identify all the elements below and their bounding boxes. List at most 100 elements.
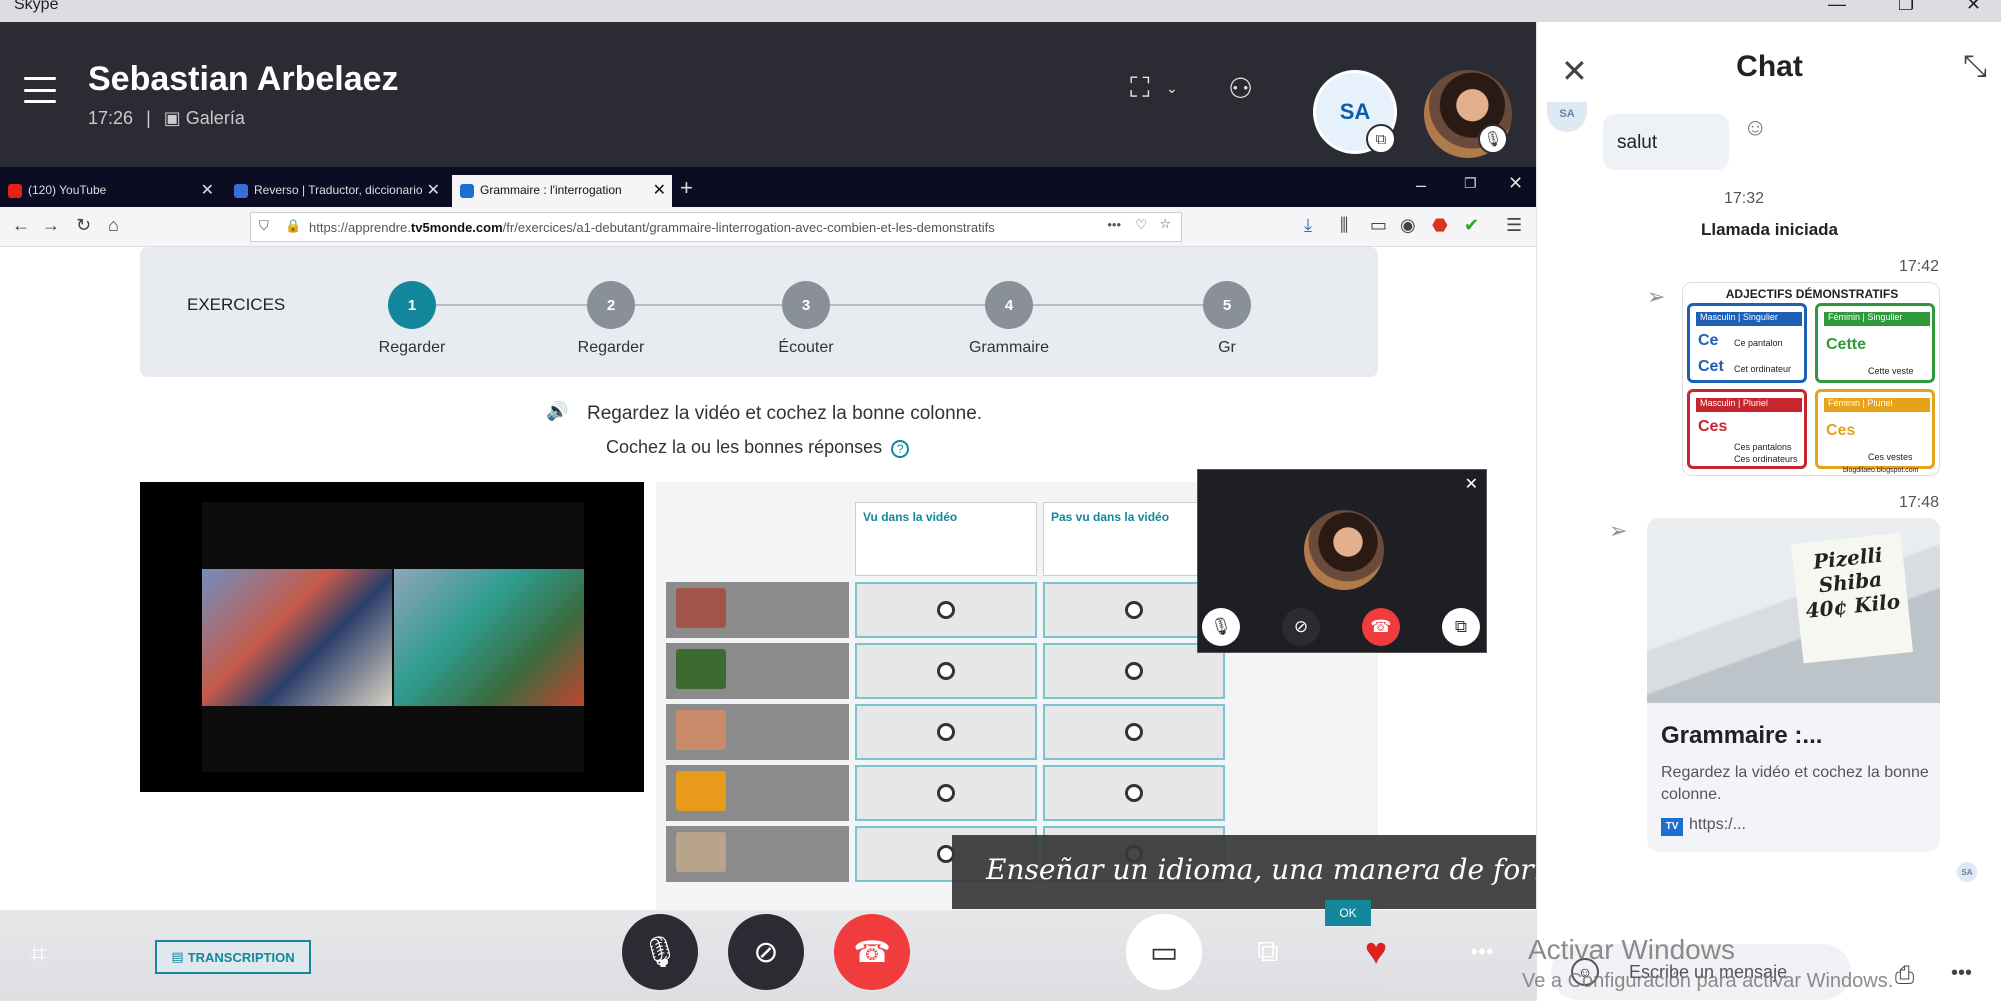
radio-button[interactable]: [1125, 662, 1143, 680]
adj-word: Cette: [1826, 336, 1867, 353]
step-2[interactable]: 2: [587, 281, 635, 329]
step-label: Grammaire: [968, 339, 1049, 356]
add-reaction-icon[interactable]: ☺: [1743, 114, 1768, 142]
link-url[interactable]: TV https:/...: [1661, 816, 1746, 836]
browser-close-icon[interactable]: ✕: [1508, 173, 1523, 194]
tab-reverso[interactable]: Reverso | Traductor, diccionario ✕: [226, 175, 446, 207]
chat-more-button[interactable]: •••: [1951, 962, 1972, 985]
tv5monde-icon: TV: [1661, 818, 1683, 836]
message-time: 17:42: [1899, 258, 1940, 275]
exercises-label: EXERCICES: [187, 295, 286, 314]
video-frame-vegetables: [394, 569, 584, 706]
browser-minimize-icon[interactable]: –: [1416, 175, 1426, 196]
radio-seen[interactable]: [855, 643, 1037, 699]
camera-off-icon[interactable]: ⊘: [1282, 608, 1320, 646]
transcription-button[interactable]: ▤ TRANSCRIPTION: [155, 940, 311, 974]
browser-menu-icon[interactable]: ☰: [1506, 215, 1522, 236]
menu-button[interactable]: [24, 77, 56, 103]
account-icon[interactable]: ◉: [1400, 215, 1416, 236]
reader-icon[interactable]: ▭: [1370, 215, 1387, 236]
mute-mic-button[interactable]: 🎙: [622, 914, 698, 990]
attach-icon[interactable]: ⎙: [1895, 962, 1914, 990]
tab-youtube[interactable]: (120) YouTube ✕: [0, 175, 220, 207]
close-icon[interactable]: ✕: [1465, 474, 1478, 494]
tab-close-icon[interactable]: ✕: [201, 180, 214, 200]
radio-button[interactable]: [937, 784, 955, 802]
expand-icon[interactable]: ⤡: [1963, 50, 1987, 84]
radio-seen[interactable]: [855, 704, 1037, 760]
muted-mic-icon: 🎙: [1478, 124, 1508, 154]
open-chat-button[interactable]: ▭: [1126, 914, 1202, 990]
table-row: [666, 704, 849, 760]
chevron-down-icon[interactable]: ⌄: [1166, 80, 1178, 97]
video-frame-market: [202, 569, 392, 706]
radio-not-seen[interactable]: [1043, 765, 1225, 821]
shared-image[interactable]: ADJECTIFS DÉMONSTRATIFS Masculin | Singu…: [1682, 282, 1940, 476]
instruction-subtext-label: Cochez la ou les bonnes réponses: [606, 437, 883, 457]
adj-word: Ces: [1698, 418, 1728, 435]
mic-icon[interactable]: 🎙: [1202, 608, 1240, 646]
url-path: /fr/exercices/a1-debutant/grammaire-lint…: [502, 220, 995, 235]
activation-watermark-sub: Ve a Configuración para activar Windows.: [1522, 970, 1894, 992]
food-thumbnail: [676, 649, 726, 689]
radio-button[interactable]: [1125, 601, 1143, 619]
page-actions-icon[interactable]: •••: [1107, 217, 1121, 232]
step-1[interactable]: 1: [388, 281, 436, 329]
bookmark-star-icon[interactable]: ☆: [1159, 216, 1171, 232]
tab-close-icon[interactable]: ✕: [653, 180, 666, 200]
pocket-icon[interactable]: ♡: [1135, 217, 1147, 233]
radio-not-seen[interactable]: [1043, 704, 1225, 760]
hangup-icon[interactable]: ☎: [1362, 608, 1400, 646]
speaker-icon[interactable]: 🔊: [546, 401, 568, 422]
extension-icon[interactable]: ✔: [1464, 215, 1479, 236]
radio-button[interactable]: [1125, 723, 1143, 741]
reload-icon[interactable]: ↻: [76, 215, 91, 236]
home-icon[interactable]: ⌂: [108, 215, 119, 236]
browser-restore-icon[interactable]: ❐: [1464, 175, 1477, 192]
popout-icon[interactable]: ⧉: [1442, 608, 1480, 646]
radio-seen[interactable]: [855, 582, 1037, 638]
popout-icon[interactable]: ⧉: [1366, 124, 1396, 154]
share-screen-button[interactable]: ⧉: [1230, 914, 1306, 990]
end-call-button[interactable]: ☎: [834, 914, 910, 990]
self-view-window[interactable]: ✕ 🎙 ⊘ ☎ ⧉: [1197, 469, 1487, 653]
view-mode[interactable]: Galería: [186, 108, 245, 128]
browser-tabbar: (120) YouTube ✕ Reverso | Traductor, dic…: [0, 167, 1536, 207]
layout-icon[interactable]: ⛶: [1130, 72, 1150, 105]
back-icon[interactable]: ←: [12, 215, 30, 236]
radio-seen[interactable]: [855, 765, 1037, 821]
video-player[interactable]: [140, 482, 644, 792]
tab-close-icon[interactable]: ✕: [427, 180, 440, 200]
forward-icon[interactable]: →: [42, 215, 60, 236]
radio-button[interactable]: [937, 601, 955, 619]
step-5[interactable]: 5: [1203, 281, 1251, 329]
maximize-button[interactable]: ❐: [1898, 0, 1914, 15]
adj-box: Féminin | Singulier Cette Cette veste: [1815, 303, 1935, 383]
help-icon[interactable]: ?: [891, 440, 910, 458]
step-4[interactable]: 4: [985, 281, 1033, 329]
screenshot-icon[interactable]: ⌗: [14, 930, 62, 978]
new-tab-button[interactable]: +: [680, 175, 693, 201]
more-options-button[interactable]: •••: [1444, 914, 1520, 990]
call-meta: 17:26 | ▣ Galería: [88, 108, 245, 129]
adj-header: Masculin | Singulier: [1696, 312, 1802, 326]
adj-example: Cet ordinateur: [1734, 364, 1792, 374]
download-icon[interactable]: ⤓: [1304, 215, 1312, 236]
video-toggle-button[interactable]: ⊘: [728, 914, 804, 990]
message-bubble[interactable]: salut: [1603, 114, 1729, 170]
window-close-button[interactable]: ✕: [1966, 0, 1981, 15]
adblock-icon[interactable]: ⬣: [1432, 215, 1448, 236]
radio-button[interactable]: [937, 662, 955, 680]
call-duration: 17:26: [88, 108, 134, 128]
link-preview-card[interactable]: Pizelli Shiba 40¢ Kilo Grammaire :... Re…: [1647, 518, 1940, 852]
step-3[interactable]: 3: [782, 281, 830, 329]
table-row: [666, 765, 849, 821]
library-icon[interactable]: ⫼: [1340, 215, 1348, 236]
url-bar[interactable]: ⛉ 🔒 https://apprendre.tv5monde.com/fr/ex…: [250, 212, 1182, 242]
radio-button[interactable]: [1125, 784, 1143, 802]
minimize-button[interactable]: —: [1828, 0, 1846, 15]
radio-button[interactable]: [937, 723, 955, 741]
react-button[interactable]: ♥: [1338, 914, 1414, 990]
tab-grammaire[interactable]: Grammaire : l'interrogation ✕: [452, 175, 672, 207]
add-participant-icon[interactable]: ⚇: [1228, 72, 1253, 105]
